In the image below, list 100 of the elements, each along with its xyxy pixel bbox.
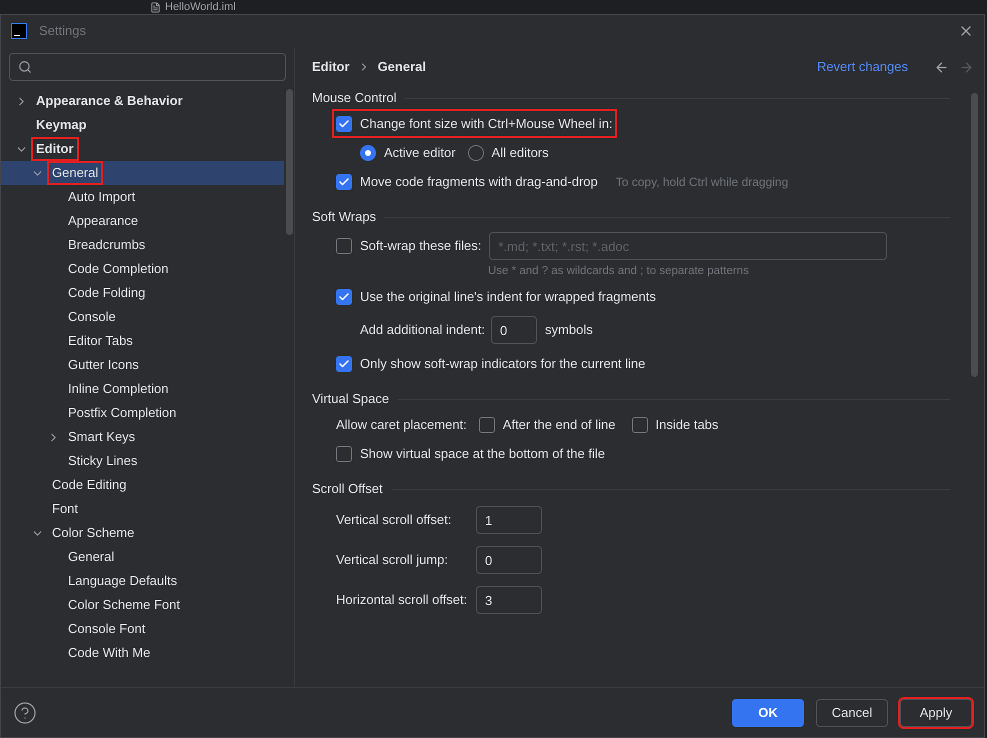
tree-item-label: Inline Completion bbox=[67, 380, 170, 398]
tree-item-label: Sticky Lines bbox=[67, 452, 138, 470]
number-field[interactable]: 0 bbox=[476, 546, 542, 574]
breadcrumb-item: General bbox=[378, 58, 426, 76]
search-icon bbox=[18, 60, 32, 74]
tree-item[interactable]: Auto Import bbox=[1, 185, 284, 209]
field-note: Use * and ? as wildcards and ; to separate patterns bbox=[487, 264, 750, 279]
tree-item[interactable]: General bbox=[1, 545, 284, 569]
tree-item-label: Code Folding bbox=[67, 284, 146, 302]
field-label: Horizontal scroll offset: bbox=[336, 591, 468, 610]
indent-field[interactable]: 0 bbox=[491, 316, 538, 344]
checkbox[interactable] bbox=[632, 416, 648, 432]
window-title: Settings bbox=[39, 22, 86, 40]
file-icon bbox=[150, 2, 161, 12]
checkbox-label: Show virtual space at the bottom of the file bbox=[360, 444, 605, 463]
tree-item-label: Code Editing bbox=[51, 476, 128, 494]
checkbox-label: Use the original line's indent for wrapped fragments bbox=[360, 288, 656, 306]
tree-item[interactable]: Code With Me bbox=[1, 641, 284, 665]
tree-item[interactable]: Postfix Completion bbox=[1, 401, 284, 425]
dialog-button[interactable]: OK bbox=[732, 698, 804, 726]
file-patterns-field[interactable]: *.md; *.txt; *.rst; *.adoc bbox=[489, 232, 888, 260]
checkbox[interactable] bbox=[336, 116, 352, 132]
checkbox[interactable] bbox=[336, 288, 352, 304]
tree-item-label: Postfix Completion bbox=[67, 404, 178, 422]
tree-item[interactable]: Keymap bbox=[1, 113, 284, 137]
tree-item-label: Editor Tabs bbox=[67, 332, 134, 350]
tree-item-label: Editor bbox=[33, 139, 77, 159]
tree-item[interactable]: Console bbox=[1, 305, 284, 329]
app-logo-icon bbox=[11, 23, 27, 39]
radio-button[interactable] bbox=[360, 144, 376, 160]
tree-item[interactable]: Font bbox=[1, 497, 284, 521]
tree-item[interactable]: Appearance bbox=[1, 209, 284, 233]
tree-item[interactable]: Code Folding bbox=[1, 281, 284, 305]
tree-item[interactable]: Code Editing bbox=[1, 473, 284, 497]
search-field[interactable] bbox=[9, 53, 286, 81]
tree-item-label: Auto Import bbox=[67, 188, 136, 206]
checkbox[interactable] bbox=[336, 446, 352, 462]
checkbox[interactable] bbox=[336, 174, 352, 190]
tree-item[interactable]: Appearance & Behavior bbox=[1, 89, 284, 113]
tree-item-label: Language Defaults bbox=[67, 572, 178, 590]
tree-item-label: Color Scheme bbox=[51, 524, 136, 542]
tree-item[interactable]: Editor Tabs bbox=[1, 329, 284, 353]
scrollbar[interactable] bbox=[971, 93, 978, 377]
tree-item[interactable]: Gutter Icons bbox=[1, 353, 284, 377]
tree-item-label: Keymap bbox=[35, 116, 88, 134]
tree-item-label: Console bbox=[67, 308, 117, 326]
tree-item[interactable]: Code Completion bbox=[1, 257, 284, 281]
tree-item[interactable]: Console Font bbox=[1, 617, 284, 641]
dialog-button[interactable]: Cancel bbox=[816, 698, 888, 726]
help-icon[interactable] bbox=[13, 700, 37, 724]
checkbox-row[interactable]: Use the original line's indent for wrapped fragments bbox=[334, 284, 658, 310]
tree-item-label: General bbox=[67, 548, 116, 566]
tree-item[interactable]: Inline Completion bbox=[1, 377, 284, 401]
revert-changes-link[interactable]: Revert changes bbox=[816, 57, 908, 77]
dialog-button[interactable]: Apply bbox=[900, 698, 972, 726]
checkbox-row[interactable]: Move code fragments with drag-and-drop bbox=[334, 168, 600, 194]
tree-item[interactable]: Editor bbox=[1, 137, 284, 161]
background-tab-title: HelloWorld.iml bbox=[165, 0, 236, 14]
checkmark-icon bbox=[338, 176, 350, 188]
tree-item[interactable]: General bbox=[1, 161, 284, 185]
radio-button[interactable] bbox=[468, 144, 484, 160]
tree-item-label: Font bbox=[51, 500, 80, 518]
tree-item-label: Smart Keys bbox=[67, 428, 136, 446]
field-label: Vertical scroll offset: bbox=[336, 511, 452, 530]
radio-label: All editors bbox=[492, 144, 549, 162]
tree-item-label: Breadcrumbs bbox=[67, 236, 146, 254]
section-title: Soft Wraps bbox=[312, 208, 376, 226]
checkmark-icon bbox=[338, 358, 350, 370]
checkbox-label: Move code fragments with drag-and-drop bbox=[360, 172, 598, 191]
tree-item-label: Appearance bbox=[67, 212, 140, 230]
section-title: Virtual Space bbox=[312, 390, 390, 408]
tree-item-label: Gutter Icons bbox=[67, 356, 140, 374]
breadcrumb-item[interactable]: Editor bbox=[312, 57, 350, 77]
checkbox[interactable] bbox=[336, 238, 352, 254]
checkbox-label: Inside tabs bbox=[656, 416, 718, 434]
number-field[interactable]: 1 bbox=[476, 506, 542, 534]
hint-text: To copy, hold Ctrl while dragging bbox=[616, 174, 788, 190]
tree-item[interactable]: Breadcrumbs bbox=[1, 233, 284, 257]
checkbox-row[interactable]: Only show soft-wrap indicators for the current line bbox=[334, 350, 648, 376]
checkbox-label: Soft-wrap these files: bbox=[360, 237, 482, 256]
field-suffix: symbols bbox=[545, 321, 593, 340]
checkbox-row[interactable]: Show virtual space at the bottom of the file bbox=[334, 440, 607, 466]
checkbox[interactable] bbox=[478, 416, 495, 432]
checkbox[interactable] bbox=[336, 356, 352, 372]
tree-item[interactable]: Language Defaults bbox=[1, 569, 284, 593]
tree-item-label: Color Scheme Font bbox=[67, 596, 181, 614]
checkbox-row[interactable]: Change font size with Ctrl+Mouse Wheel in: bbox=[334, 110, 615, 136]
tree-item-label: Code Completion bbox=[67, 260, 170, 278]
scrollbar[interactable] bbox=[286, 89, 293, 235]
field-label: Vertical scroll jump: bbox=[336, 551, 449, 570]
tree-item-label: Console Font bbox=[67, 620, 146, 638]
tree-item[interactable]: Sticky Lines bbox=[1, 449, 284, 473]
section-title: Mouse Control bbox=[312, 89, 397, 108]
tree-item[interactable]: Smart Keys bbox=[1, 425, 284, 449]
tree-item[interactable]: Color Scheme bbox=[1, 521, 284, 545]
checkbox-label: After the end of line bbox=[502, 416, 616, 434]
number-field[interactable]: 3 bbox=[476, 586, 542, 614]
radio-label: Active editor bbox=[384, 144, 456, 162]
tree-item[interactable]: Color Scheme Font bbox=[1, 593, 284, 617]
tree-item-label: Appearance & Behavior bbox=[35, 92, 184, 110]
